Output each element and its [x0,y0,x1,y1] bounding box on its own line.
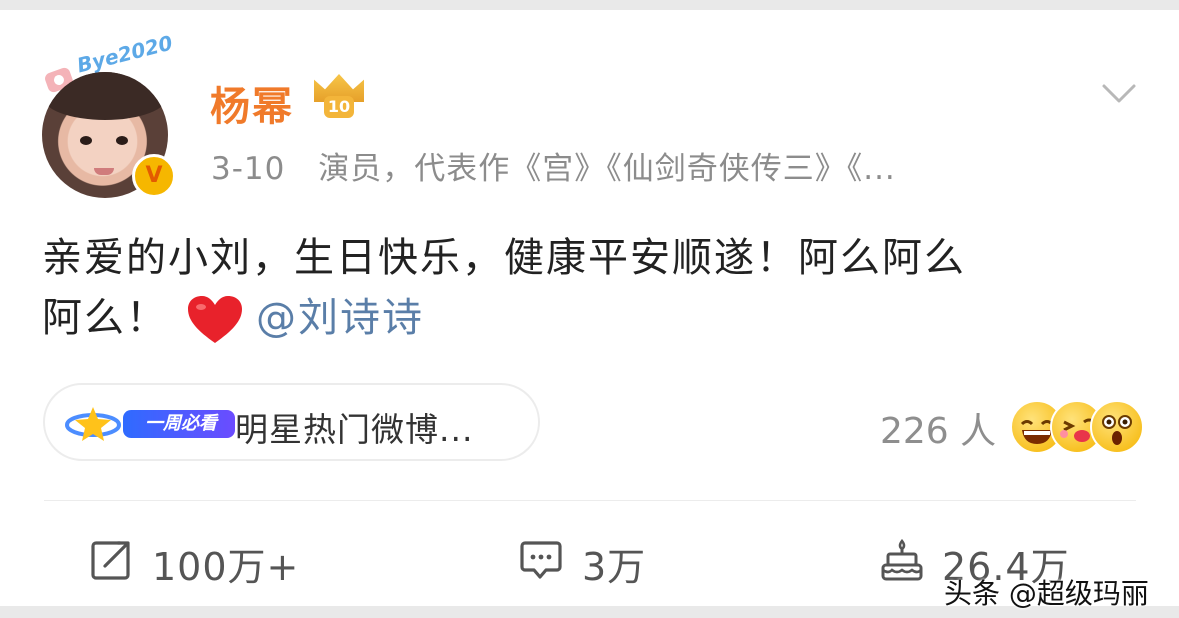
weibo-post-card: Bye2020 V 杨幂 10 3-10 演员，代表作《宫》《仙剑奇侠传三》《.… [0,10,1179,610]
watermark-text: 头条 @超级玛丽 [944,577,1149,610]
topic-card[interactable]: 一周必看 明星热门微博... [43,383,540,461]
divider [44,500,1136,501]
post-text-line-2-text: 阿么！ [42,295,168,341]
verified-badge-icon: V [132,154,176,198]
repost-count: 100万+ [152,545,300,589]
topic-title: 明星热门微博... [235,410,474,449]
author-name[interactable]: 杨幂 [210,74,294,132]
cake-like-icon [881,539,923,581]
chevron-down-icon[interactable] [1100,74,1138,112]
avatar-frame-text: Bye2020 [74,30,175,78]
comment-count: 3万 [582,545,647,589]
repost-icon [91,541,130,580]
vip-level: 10 [324,96,354,118]
reaction-emojis[interactable] [1010,394,1144,456]
surprised-emoji-icon [1090,400,1144,454]
post-text-line-1: 亲爱的小刘，生日快乐，健康平安顺遂！阿么阿么 [42,235,966,281]
comment-icon [520,541,562,579]
author-description: 演员，代表作《宫》《仙剑奇侠传三》《... [318,151,896,187]
vip-crown-icon[interactable]: 10 [312,74,366,120]
author-avatar-group[interactable]: Bye2020 V [40,31,180,198]
post-meta: 3-10 演员，代表作《宫》《仙剑奇侠传三》《... [211,143,896,188]
post-text-line-2: 阿么！ @刘诗诗 [42,288,1142,348]
post-content: 亲爱的小刘，生日快乐，健康平安顺遂！阿么阿么 阿么！ @刘诗诗 [42,228,1142,348]
post-date: 3-10 [211,151,286,187]
reaction-count[interactable]: 226 人 [880,402,996,454]
topic-tag-label: 一周必看 [145,413,217,434]
heart-icon [188,296,242,343]
mention-link[interactable]: @刘诗诗 [256,295,424,341]
